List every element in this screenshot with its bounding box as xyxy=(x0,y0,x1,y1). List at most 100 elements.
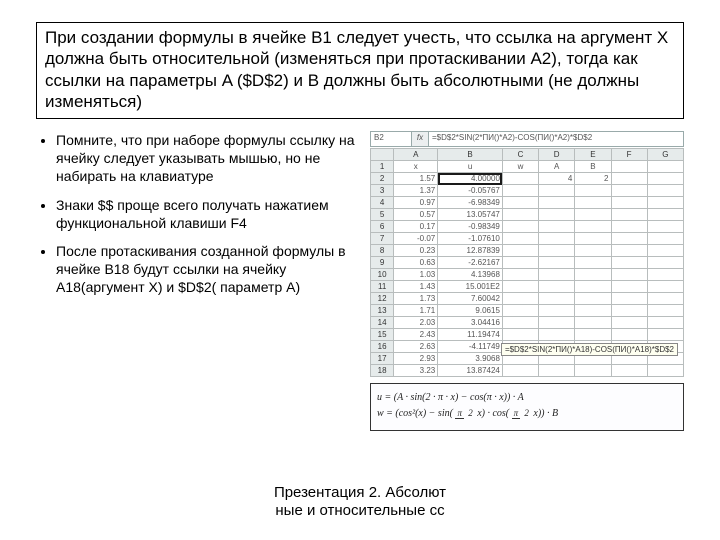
cell[interactable] xyxy=(539,305,575,317)
cell[interactable] xyxy=(647,269,683,281)
cell[interactable]: 2.93 xyxy=(394,353,438,365)
row-header[interactable]: 13 xyxy=(371,305,394,317)
cell[interactable]: 15.001E2 xyxy=(438,281,503,293)
cell[interactable] xyxy=(611,173,647,185)
cell[interactable] xyxy=(647,245,683,257)
cell[interactable] xyxy=(575,185,611,197)
cell[interactable]: w xyxy=(502,161,538,173)
cell[interactable]: 1.37 xyxy=(394,185,438,197)
cell[interactable]: 13.87424 xyxy=(438,365,503,377)
cell[interactable] xyxy=(575,281,611,293)
cell[interactable] xyxy=(611,257,647,269)
cell[interactable]: 2.63 xyxy=(394,341,438,353)
cell[interactable] xyxy=(502,317,538,329)
cell[interactable] xyxy=(647,173,683,185)
cell[interactable] xyxy=(647,197,683,209)
cell[interactable] xyxy=(575,329,611,341)
cell[interactable]: B xyxy=(575,161,611,173)
cell[interactable] xyxy=(502,233,538,245)
cell[interactable] xyxy=(647,185,683,197)
cell[interactable] xyxy=(575,317,611,329)
cell[interactable] xyxy=(611,233,647,245)
cell[interactable]: 2 xyxy=(575,173,611,185)
cell[interactable]: -0.07 xyxy=(394,233,438,245)
cell[interactable] xyxy=(647,305,683,317)
cell[interactable] xyxy=(611,305,647,317)
cell[interactable] xyxy=(539,197,575,209)
cell[interactable] xyxy=(539,209,575,221)
cell[interactable]: 4.00000 xyxy=(438,173,503,185)
cell[interactable]: 1.57 xyxy=(394,173,438,185)
cell[interactable] xyxy=(539,329,575,341)
cell[interactable] xyxy=(502,197,538,209)
row-header[interactable]: 15 xyxy=(371,329,394,341)
cell[interactable] xyxy=(575,269,611,281)
fx-icon[interactable]: fx xyxy=(412,132,429,146)
cell[interactable] xyxy=(647,161,683,173)
cell[interactable] xyxy=(611,329,647,341)
cell[interactable] xyxy=(539,233,575,245)
cell[interactable]: 4 xyxy=(539,173,575,185)
cell[interactable] xyxy=(539,317,575,329)
cell[interactable]: 3.04416 xyxy=(438,317,503,329)
cell[interactable]: 1.43 xyxy=(394,281,438,293)
cell[interactable]: 7.60042 xyxy=(438,293,503,305)
cell[interactable] xyxy=(539,365,575,377)
cell[interactable] xyxy=(575,293,611,305)
cell[interactable]: -1.07610 xyxy=(438,233,503,245)
cell[interactable] xyxy=(611,209,647,221)
cell[interactable] xyxy=(611,365,647,377)
cell[interactable] xyxy=(647,209,683,221)
cell[interactable] xyxy=(611,161,647,173)
row-header[interactable]: 8 xyxy=(371,245,394,257)
cell[interactable]: 2.43 xyxy=(394,329,438,341)
cell[interactable]: -6.98349 xyxy=(438,197,503,209)
cell[interactable] xyxy=(575,197,611,209)
cell[interactable] xyxy=(611,197,647,209)
name-box[interactable]: B2 xyxy=(371,132,412,146)
cell[interactable] xyxy=(575,221,611,233)
cell[interactable] xyxy=(502,173,538,185)
cell[interactable] xyxy=(611,269,647,281)
cell[interactable] xyxy=(539,221,575,233)
cell[interactable] xyxy=(611,221,647,233)
cell[interactable]: -2.62167 xyxy=(438,257,503,269)
cell[interactable]: 3.23 xyxy=(394,365,438,377)
row-header[interactable]: 7 xyxy=(371,233,394,245)
cell[interactable] xyxy=(502,245,538,257)
cell[interactable] xyxy=(647,233,683,245)
cell[interactable]: 0.63 xyxy=(394,257,438,269)
cell[interactable] xyxy=(647,317,683,329)
col-header[interactable]: B xyxy=(438,149,503,161)
row-header[interactable]: 6 xyxy=(371,221,394,233)
cell[interactable] xyxy=(502,257,538,269)
cell[interactable] xyxy=(502,209,538,221)
cell[interactable]: -0.98349 xyxy=(438,221,503,233)
row-header[interactable]: 3 xyxy=(371,185,394,197)
cell[interactable] xyxy=(539,185,575,197)
row-header[interactable]: 16 xyxy=(371,341,394,353)
row-header[interactable]: 1 xyxy=(371,161,394,173)
formula-input[interactable]: =$D$2*SIN(2*ПИ()*A2)-COS(ПИ()*A2)*$D$2 xyxy=(429,132,683,146)
cell[interactable] xyxy=(611,185,647,197)
row-header[interactable]: 12 xyxy=(371,293,394,305)
cell[interactable]: x xyxy=(394,161,438,173)
row-header[interactable]: 9 xyxy=(371,257,394,269)
cell[interactable] xyxy=(647,257,683,269)
cell[interactable] xyxy=(575,209,611,221)
col-header[interactable]: D xyxy=(539,149,575,161)
cell[interactable] xyxy=(611,281,647,293)
cell[interactable] xyxy=(611,317,647,329)
cell[interactable]: 1.73 xyxy=(394,293,438,305)
cell[interactable]: 13.05747 xyxy=(438,209,503,221)
cell[interactable] xyxy=(647,365,683,377)
cell[interactable] xyxy=(575,233,611,245)
cell[interactable]: 9.0615 xyxy=(438,305,503,317)
cell[interactable]: 1.71 xyxy=(394,305,438,317)
cell[interactable]: 0.17 xyxy=(394,221,438,233)
cell[interactable] xyxy=(502,365,538,377)
cell[interactable]: 0.97 xyxy=(394,197,438,209)
cell[interactable] xyxy=(539,281,575,293)
col-header[interactable]: A xyxy=(394,149,438,161)
row-header[interactable]: 4 xyxy=(371,197,394,209)
